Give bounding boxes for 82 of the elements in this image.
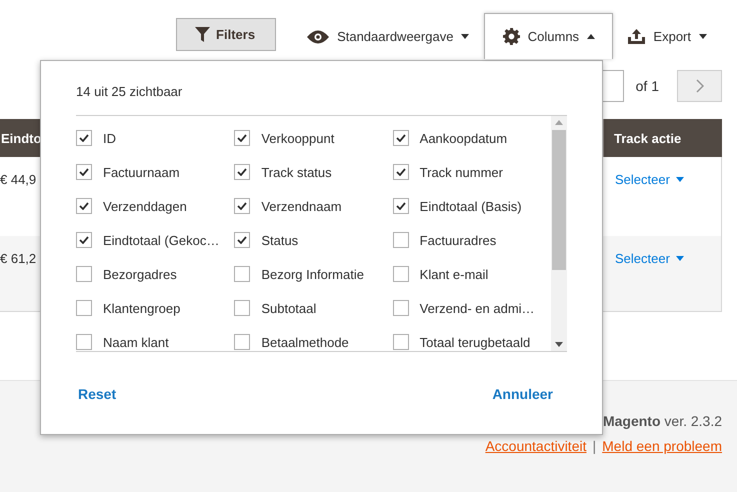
- check-icon: [79, 134, 89, 142]
- checkbox[interactable]: [392, 130, 409, 146]
- check-icon: [79, 168, 89, 176]
- table-cell: € 61,2: [0, 236, 40, 312]
- next-page-button[interactable]: [677, 70, 722, 102]
- checkbox[interactable]: [392, 266, 409, 282]
- checkbox[interactable]: [234, 334, 250, 350]
- column-option[interactable]: Eindtotaal (Gekoc…: [76, 230, 234, 250]
- checkbox[interactable]: [392, 334, 409, 350]
- column-option[interactable]: Klantengroep: [76, 298, 234, 318]
- check-icon: [79, 202, 89, 210]
- column-option[interactable]: Verzend- en admi…: [392, 298, 551, 318]
- checkbox[interactable]: [234, 232, 250, 248]
- checkbox[interactable]: [76, 164, 92, 180]
- check-icon: [237, 236, 248, 244]
- page-count: of 1: [636, 78, 659, 94]
- filter-icon: [195, 27, 210, 42]
- column-option[interactable]: Factuurnaam: [76, 162, 234, 182]
- gear-icon: [502, 28, 520, 45]
- checkbox[interactable]: [76, 334, 92, 350]
- select-link[interactable]: Selecteer: [615, 172, 684, 187]
- checkbox[interactable]: [392, 198, 409, 214]
- upload-icon: [628, 29, 646, 44]
- column-option[interactable]: Subtotaal: [234, 298, 393, 318]
- checkbox[interactable]: [234, 266, 250, 282]
- checkbox[interactable]: [76, 198, 92, 214]
- version-text: Magento ver. 2.3.2: [602, 413, 722, 429]
- checkbox[interactable]: [234, 130, 250, 146]
- scroll-up-icon: [555, 120, 563, 125]
- checkbox[interactable]: [392, 232, 409, 248]
- scrollbar[interactable]: [551, 116, 567, 351]
- check-icon: [396, 202, 406, 210]
- column-option[interactable]: Track status: [234, 162, 393, 182]
- caret-icon: [461, 34, 470, 39]
- filters-button[interactable]: Filters: [176, 18, 276, 51]
- checkbox[interactable]: [76, 300, 92, 316]
- column-header: Eindto: [0, 119, 40, 157]
- column-header: Track actie: [603, 119, 722, 157]
- columns-button[interactable]: Columns: [484, 13, 614, 59]
- column-option[interactable]: Naam klant: [76, 332, 234, 352]
- export-button[interactable]: Export: [613, 13, 722, 59]
- check-icon: [237, 134, 248, 142]
- cancel-link[interactable]: Annuleer: [492, 386, 553, 402]
- check-icon: [79, 236, 89, 244]
- caret-icon: [676, 256, 684, 261]
- checkbox[interactable]: [234, 300, 250, 316]
- column-option[interactable]: Bezorgadres: [76, 264, 234, 284]
- checkbox[interactable]: [392, 300, 409, 316]
- column-option[interactable]: ID: [76, 128, 234, 148]
- column-option[interactable]: Aankoopdatum: [392, 128, 551, 148]
- column-option[interactable]: Track nummer: [392, 162, 551, 182]
- eye-icon: [307, 30, 330, 44]
- column-option[interactable]: Totaal terugbetaald: [392, 332, 551, 352]
- checkbox[interactable]: [234, 164, 250, 180]
- column-option[interactable]: Verzendnaam: [234, 196, 393, 216]
- view-button[interactable]: Standaardweergave: [292, 13, 484, 59]
- checkbox[interactable]: [392, 164, 409, 180]
- checkbox[interactable]: [76, 232, 92, 248]
- column-option[interactable]: Verkooppunt: [234, 128, 393, 148]
- caret-icon: [699, 34, 707, 39]
- separator: |: [592, 438, 596, 454]
- column-option[interactable]: Verzenddagen: [76, 196, 234, 216]
- check-icon: [237, 202, 248, 210]
- column-option[interactable]: Betaalmethode: [234, 332, 393, 352]
- scroll-down-icon: [555, 342, 563, 347]
- reset-link[interactable]: Reset: [78, 386, 116, 402]
- checkbox[interactable]: [76, 266, 92, 282]
- caret-icon: [676, 177, 684, 182]
- column-option[interactable]: Klant e-mail: [392, 264, 551, 284]
- select-link[interactable]: Selecteer: [615, 251, 684, 266]
- chevron-right-icon: [696, 79, 704, 93]
- check-icon: [396, 134, 406, 142]
- column-option[interactable]: Eindtotaal (Basis): [392, 196, 551, 216]
- visible-count: 14 uit 25 zichtbaar: [76, 84, 184, 101]
- column-option[interactable]: Status: [234, 230, 393, 250]
- checkbox[interactable]: [76, 130, 92, 146]
- caret-icon: [587, 34, 596, 39]
- column-option[interactable]: Factuuradres: [392, 230, 551, 250]
- column-option[interactable]: Bezorg Informatie: [234, 264, 393, 284]
- check-icon: [396, 168, 406, 176]
- checkbox[interactable]: [234, 198, 250, 214]
- check-icon: [237, 168, 248, 176]
